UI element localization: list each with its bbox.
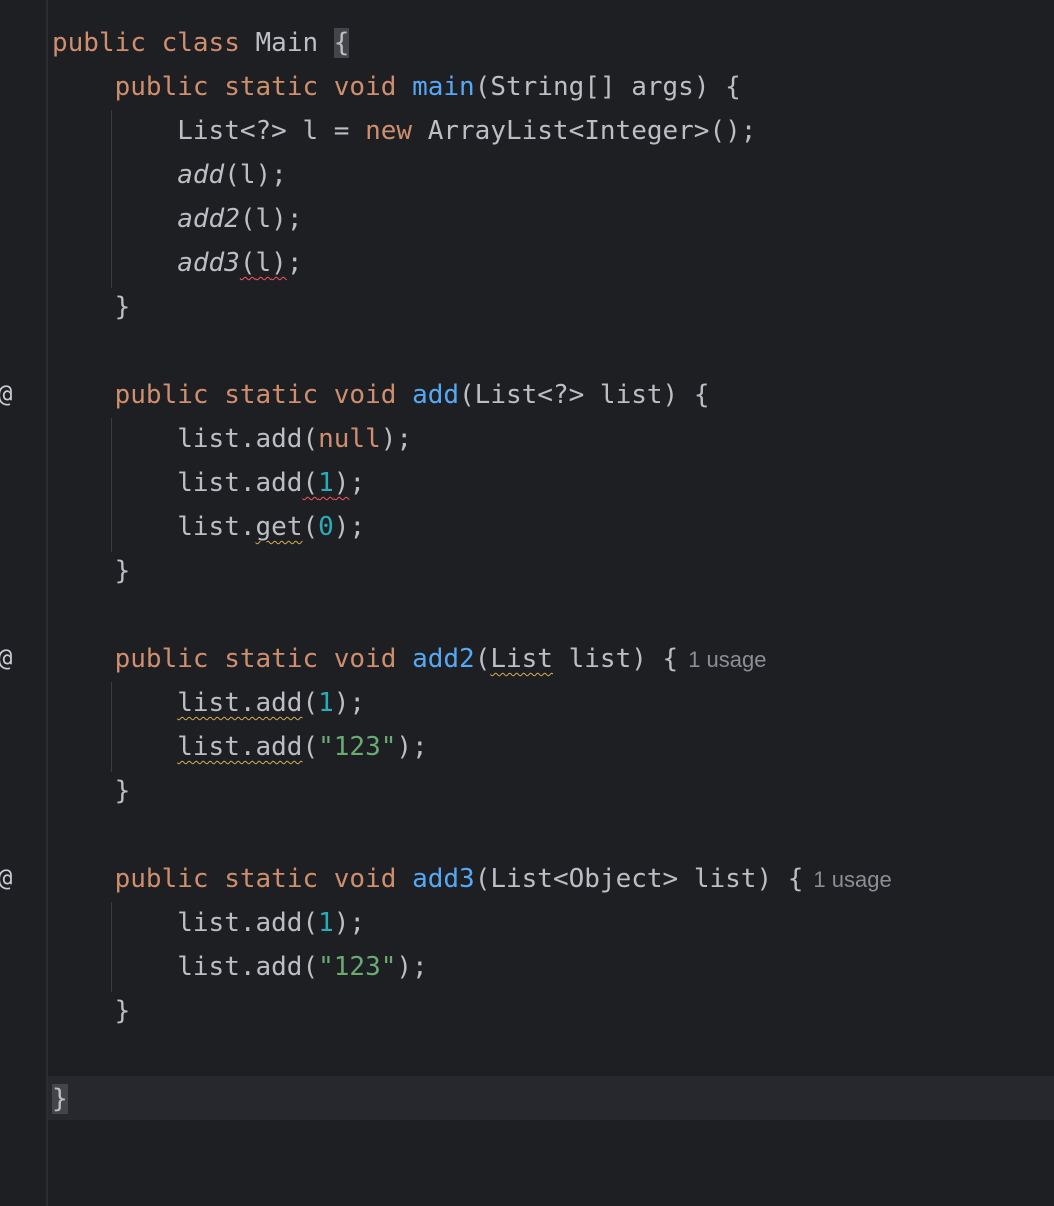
code-text: ( bbox=[302, 512, 319, 542]
code-line[interactable]: } bbox=[52, 989, 131, 1033]
code-line-class-close[interactable]: } bbox=[52, 1077, 68, 1121]
code-text: list) { bbox=[552, 644, 679, 674]
code-line[interactable]: } bbox=[52, 285, 131, 329]
keyword: public bbox=[114, 644, 209, 674]
code-text: ); bbox=[380, 424, 413, 454]
usage-hint[interactable]: 1 usage bbox=[813, 867, 891, 892]
code-line-class-decl[interactable]: public class Main { bbox=[52, 21, 350, 65]
error-highlight[interactable]: ( bbox=[302, 468, 318, 498]
code-text: ); bbox=[396, 732, 428, 762]
number-literal: 0 bbox=[318, 512, 334, 542]
code-line[interactable]: add2(l); bbox=[52, 197, 302, 241]
closing-brace: } bbox=[114, 556, 131, 586]
override-marker-icon[interactable]: @ bbox=[0, 372, 18, 416]
method-params: (List<?> list) { bbox=[459, 380, 710, 410]
keyword: public bbox=[114, 864, 209, 894]
matched-brace: } bbox=[52, 1084, 68, 1114]
code-line[interactable]: list.add("123"); bbox=[52, 725, 428, 769]
keyword: class bbox=[161, 28, 240, 58]
code-line-add2-decl[interactable]: public static void add2(List list) { 1 us… bbox=[52, 637, 767, 681]
keyword: void bbox=[333, 644, 397, 674]
code-text: ); bbox=[333, 512, 366, 542]
static-call: add bbox=[177, 160, 225, 190]
matched-brace: { bbox=[333, 28, 350, 58]
error-highlight[interactable]: ) bbox=[334, 468, 350, 498]
code-line[interactable]: list.add("123"); bbox=[52, 945, 428, 989]
method-name: add3 bbox=[412, 864, 475, 894]
code-text: List<?> l = bbox=[177, 116, 366, 146]
keyword: static bbox=[224, 864, 319, 894]
code-text: list.add( bbox=[177, 952, 319, 982]
code-line[interactable]: List<?> l = new ArrayList<Integer>(); bbox=[52, 109, 756, 153]
static-call: add3 bbox=[177, 248, 240, 278]
keyword: static bbox=[224, 72, 319, 102]
code-line[interactable]: } bbox=[52, 549, 131, 593]
code-text: ); bbox=[396, 952, 428, 982]
error-highlight[interactable]: ) bbox=[271, 248, 287, 278]
closing-brace: } bbox=[114, 776, 131, 806]
code-text: (l); bbox=[239, 204, 303, 234]
error-highlight[interactable]: ( bbox=[240, 248, 256, 278]
override-marker-icon[interactable]: @ bbox=[0, 856, 18, 900]
code-text: ); bbox=[333, 688, 366, 718]
warning-highlight[interactable]: List bbox=[490, 644, 553, 674]
gutter-divider bbox=[46, 0, 48, 1206]
keyword: public bbox=[114, 72, 209, 102]
class-name: Main bbox=[255, 28, 319, 58]
method-params: (String[] args) { bbox=[474, 72, 741, 102]
method-name: main bbox=[412, 72, 475, 102]
override-marker-icon[interactable]: @ bbox=[0, 636, 18, 680]
error-highlight[interactable]: l bbox=[256, 248, 272, 278]
method-params: (List<Object> list) { bbox=[474, 864, 804, 894]
method-name: add bbox=[412, 380, 460, 410]
code-text: list.add( bbox=[177, 424, 319, 454]
code-line-add3-decl[interactable]: public static void add3(List<Object> lis… bbox=[52, 857, 892, 901]
code-text: ( bbox=[302, 688, 319, 718]
method-name: add2 bbox=[412, 644, 475, 674]
code-line[interactable]: list.add(1); bbox=[52, 901, 365, 945]
code-text: ; bbox=[286, 248, 303, 278]
keyword: new bbox=[365, 116, 413, 146]
keyword: static bbox=[224, 644, 319, 674]
code-text: ( bbox=[302, 732, 319, 762]
code-text: ( bbox=[474, 644, 491, 674]
static-call: add2 bbox=[177, 204, 240, 234]
code-text: list.add bbox=[177, 468, 303, 498]
closing-brace: } bbox=[114, 292, 131, 322]
code-line[interactable]: list.add(1); bbox=[52, 681, 365, 725]
string-literal: "123" bbox=[318, 732, 397, 762]
code-line[interactable]: } bbox=[52, 769, 131, 813]
code-line[interactable]: list.add(1); bbox=[52, 461, 365, 505]
code-line[interactable]: add3(l); bbox=[52, 241, 302, 285]
keyword: void bbox=[333, 72, 397, 102]
keyword: null bbox=[318, 424, 381, 454]
code-line[interactable]: add(l); bbox=[52, 153, 287, 197]
keyword: public bbox=[114, 380, 209, 410]
code-line-main-decl[interactable]: public static void main(String[] args) { bbox=[52, 65, 741, 109]
warning-highlight[interactable]: get bbox=[256, 512, 303, 542]
code-line-add-decl[interactable]: public static void add(List<?> list) { bbox=[52, 373, 710, 417]
usage-hint[interactable]: 1 usage bbox=[688, 647, 766, 672]
keyword: public bbox=[52, 28, 146, 58]
number-literal: 1 bbox=[318, 688, 334, 718]
warning-highlight[interactable]: list.add bbox=[177, 688, 302, 718]
code-line[interactable]: list.add(null); bbox=[52, 417, 412, 461]
warning-highlight[interactable]: list.add bbox=[177, 732, 302, 762]
code-text: ArrayList<Integer>(); bbox=[412, 116, 757, 146]
code-editor[interactable]: @ @ @ public class Main { public static … bbox=[0, 0, 1054, 1206]
keyword: void bbox=[333, 864, 397, 894]
current-line-highlight bbox=[48, 1076, 1054, 1120]
code-text: ; bbox=[349, 468, 366, 498]
code-line[interactable]: list.get(0); bbox=[52, 505, 365, 549]
code-text: list. bbox=[177, 512, 256, 542]
string-literal: "123" bbox=[318, 952, 397, 982]
code-text: (l); bbox=[224, 160, 287, 190]
number-literal: 1 bbox=[318, 908, 334, 938]
keyword: static bbox=[224, 380, 319, 410]
code-text: list.add( bbox=[177, 908, 319, 938]
code-text: ); bbox=[333, 908, 366, 938]
closing-brace: } bbox=[114, 996, 131, 1026]
keyword: void bbox=[333, 380, 397, 410]
error-highlight[interactable]: 1 bbox=[318, 468, 334, 498]
